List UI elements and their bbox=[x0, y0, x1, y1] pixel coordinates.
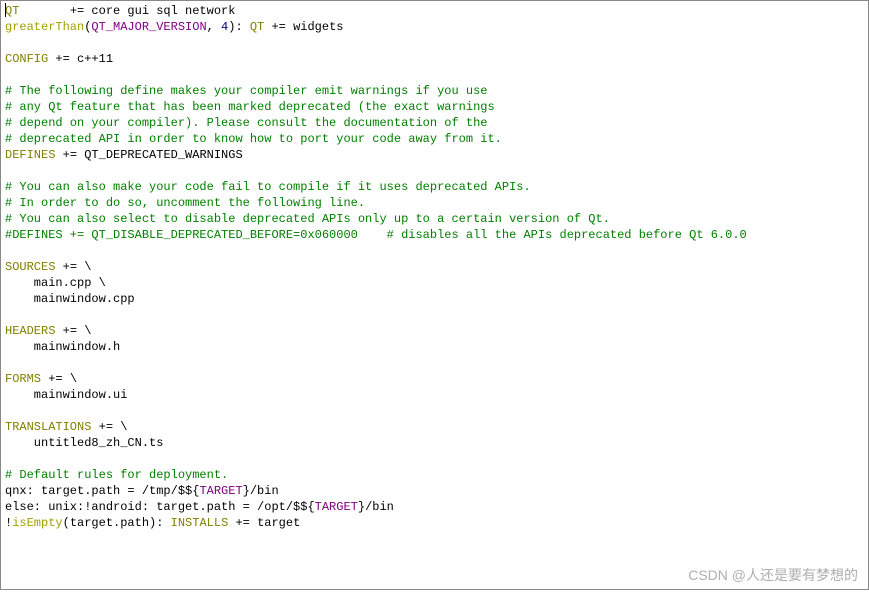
comment-line: # deprecated API in order to know how to… bbox=[5, 132, 502, 146]
comment-line: # any Qt feature that has been marked de… bbox=[5, 100, 495, 114]
keyword-forms: FORMS bbox=[5, 372, 41, 386]
keyword-translations: TRANSLATIONS bbox=[5, 420, 91, 434]
code-content: QT += core gui sql network greaterThan(Q… bbox=[5, 3, 864, 531]
watermark: CSDN @人还是要有梦想的 bbox=[688, 567, 858, 583]
keyword-config: CONFIG bbox=[5, 52, 48, 66]
const-qt-major: QT_MAJOR_VERSION bbox=[91, 20, 206, 34]
keyword-defines: DEFINES bbox=[5, 148, 55, 162]
fn-isempty: isEmpty bbox=[12, 516, 62, 530]
comment-line: # depend on your compiler). Please consu… bbox=[5, 116, 487, 130]
comment-line: # You can also select to disable depreca… bbox=[5, 212, 610, 226]
keyword-qt: QT bbox=[5, 4, 19, 18]
code-editor[interactable]: QT += core gui sql network greaterThan(Q… bbox=[0, 0, 869, 590]
comment-line: # The following define makes your compil… bbox=[5, 84, 487, 98]
fn-greaterthan: greaterThan bbox=[5, 20, 84, 34]
text-cursor bbox=[5, 3, 6, 17]
comment-line: # Default rules for deployment. bbox=[5, 468, 228, 482]
comment-line: # In order to do so, uncomment the follo… bbox=[5, 196, 365, 210]
comment-line: #DEFINES += QT_DISABLE_DEPRECATED_BEFORE… bbox=[5, 228, 747, 242]
keyword-sources: SOURCES bbox=[5, 260, 55, 274]
keyword-headers: HEADERS bbox=[5, 324, 55, 338]
comment-line: # You can also make your code fail to co… bbox=[5, 180, 531, 194]
keyword-installs: INSTALLS bbox=[171, 516, 229, 530]
